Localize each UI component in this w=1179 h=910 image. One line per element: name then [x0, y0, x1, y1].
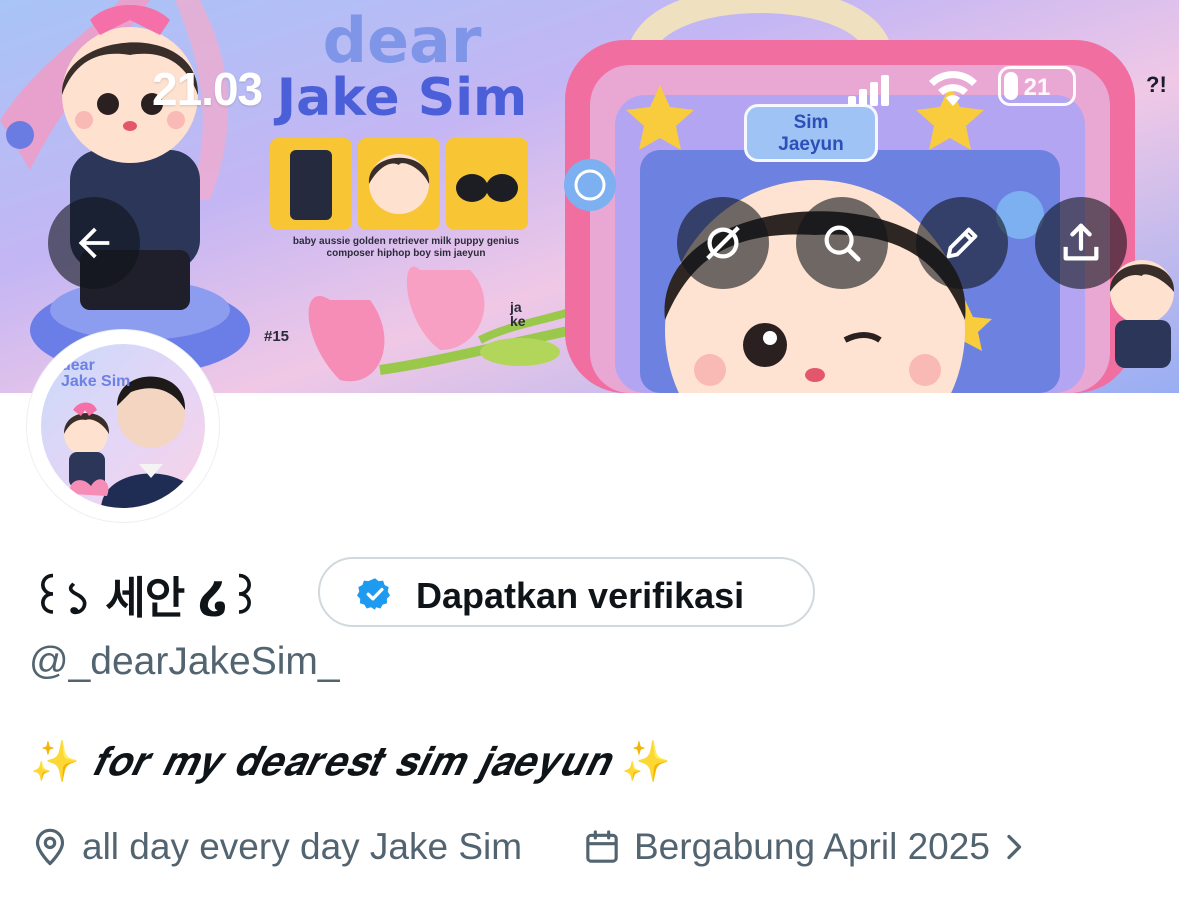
status-time: 21.03: [152, 63, 263, 115]
bio-text: 𝒇𝒐𝒓 𝒎𝒚 𝒅𝒆𝒂𝒓𝒆𝒔𝒕 𝒔𝒊𝒎 𝒋𝒂𝒆𝒚𝒖𝒏: [92, 739, 609, 785]
search-button[interactable]: [796, 197, 888, 289]
battery-level: 21: [1023, 74, 1051, 101]
avatar-text: dear Jake Sim: [61, 357, 131, 390]
get-verified-label: Dapatkan verifikasi: [416, 575, 745, 616]
wifi-icon: [929, 71, 977, 106]
pencil-icon: [946, 227, 978, 259]
arrow-left-icon: [78, 227, 110, 259]
profile-display-name: ꒰১ 세안 ໒꒱: [30, 573, 262, 624]
back-button[interactable]: [48, 197, 140, 289]
banner-title-line2: Jake Sim: [276, 68, 528, 128]
share-button[interactable]: [1035, 197, 1127, 289]
banner-title-line1: dear: [322, 4, 482, 77]
cellular-signal-icon: [848, 75, 889, 106]
share-icon: [1063, 223, 1099, 261]
edit-button[interactable]: [916, 197, 1008, 289]
profile-avatar[interactable]: dear Jake Sim: [27, 330, 219, 522]
profile-handle: @_dearJakeSim_: [29, 640, 340, 683]
banner-caption: baby aussie golden retriever milk puppy …: [292, 236, 520, 259]
sparkles-emoji-left: ✨: [30, 739, 80, 785]
location-pin-icon: [35, 828, 65, 866]
banner-nameplate: Sim Jaeyun: [744, 104, 878, 162]
banner-signature: ja ke: [510, 299, 526, 329]
get-verified-button[interactable]: Dapatkan verifikasi: [318, 557, 815, 627]
status-extra: ?!: [1146, 72, 1167, 97]
location-text: all day every day Jake Sim: [82, 826, 523, 867]
chevron-right-icon: [1007, 834, 1022, 860]
sparkles-emoji-right: ✨: [621, 739, 672, 785]
profile-bio: ✨ 𝒇𝒐𝒓 𝒎𝒚 𝒅𝒆𝒂𝒓𝒆𝒔𝒕 𝒔𝒊𝒎 𝒋𝒂𝒆𝒚𝒖𝒏 ✨: [30, 738, 671, 785]
profile-joined-date[interactable]: Bergabung April 2025: [582, 822, 1038, 872]
search-icon: [824, 225, 861, 262]
banner-number: #15: [264, 328, 290, 345]
grok-button[interactable]: [677, 197, 769, 289]
verified-badge-icon: [357, 578, 390, 610]
avatar-image: dear Jake Sim: [41, 344, 205, 508]
profile-banner[interactable]: dear Jake Sim baby aussie golden retriev…: [0, 0, 1179, 393]
battery-indicator: 21: [998, 66, 1076, 106]
profile-location: all day every day Jake Sim: [30, 822, 522, 872]
calendar-icon: [586, 830, 618, 863]
joined-text: Bergabung April 2025: [634, 826, 990, 867]
grok-icon: [706, 226, 740, 260]
banner-artwork: [0, 0, 1179, 393]
banner-title: dear Jake Sim: [262, 4, 542, 128]
